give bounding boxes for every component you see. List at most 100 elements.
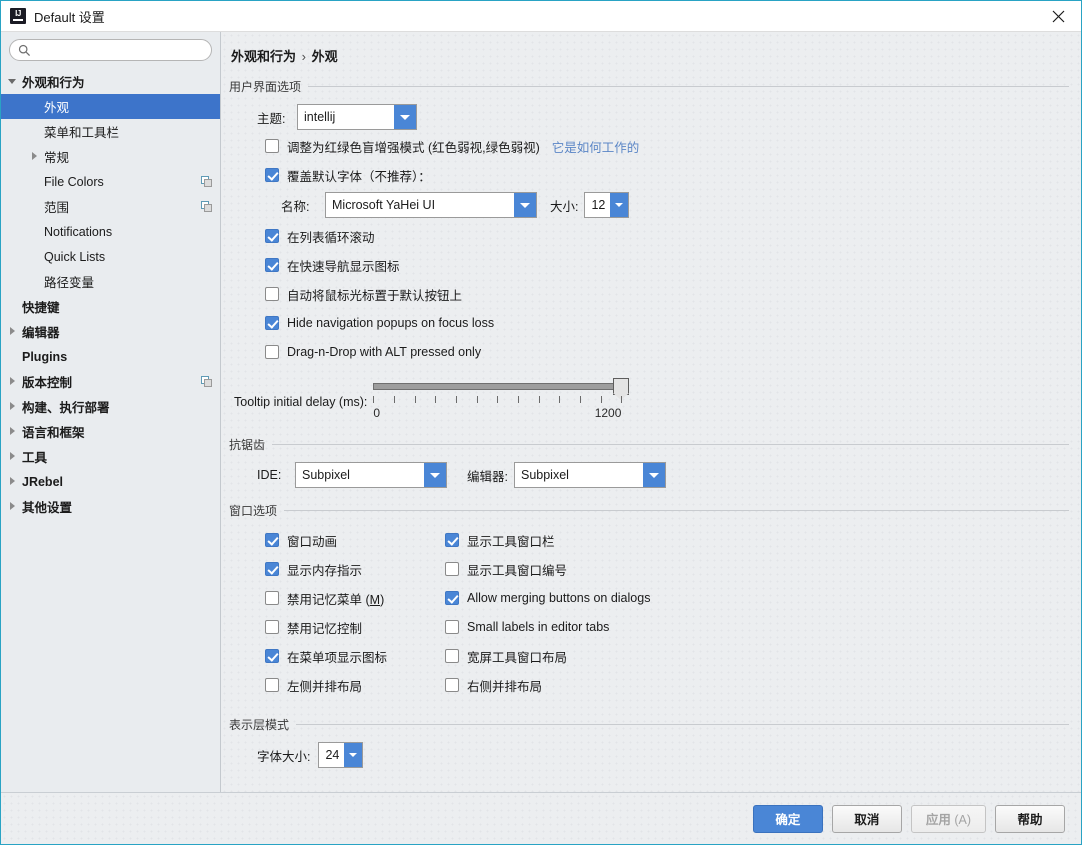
chevron-right-icon[interactable] (7, 450, 20, 463)
theme-label: 主题: (257, 111, 286, 126)
sidebar-item[interactable]: 路径变量 (1, 269, 220, 294)
font-size-spinner[interactable]: 12 (584, 192, 630, 218)
sidebar-item[interactable]: 构建、执行部署 (1, 394, 220, 419)
colorblind-checkbox[interactable] (265, 139, 279, 153)
ok-button[interactable]: 确定 (752, 804, 823, 833)
window-option-right-5-checkbox[interactable] (445, 678, 459, 692)
ui-option-0-row[interactable]: 在列表循环滚动 (265, 224, 1069, 248)
chevron-right-icon[interactable] (7, 375, 20, 388)
sidebar-item[interactable]: JRebel (1, 469, 220, 494)
window-option-left-0-checkbox[interactable] (265, 533, 279, 547)
chevron-down-icon[interactable] (424, 463, 446, 487)
window-option-right-4-row[interactable]: 宽屏工具窗口布局 (445, 644, 650, 668)
chevron-down-icon[interactable] (344, 743, 363, 767)
sidebar-item[interactable]: 语言和框架 (1, 419, 220, 444)
ui-options-checkbox-list: 在列表循环滚动在快速导航显示图标自动将鼠标光标置于默认按钮上 Hide navig… (229, 224, 1069, 364)
chevron-down-icon[interactable] (514, 193, 536, 217)
chevron-right-icon[interactable] (7, 475, 20, 488)
window-option-right-1-checkbox[interactable] (445, 562, 459, 576)
window-option-left-0-row[interactable]: 窗口动画 (265, 528, 445, 552)
window-option-right-3-checkbox[interactable] (445, 620, 459, 634)
window-option-left-3-checkbox[interactable] (265, 620, 279, 634)
colorblind-help-link[interactable]: 它是如何工作的 (552, 137, 640, 156)
sidebar-item[interactable]: 范围 (1, 194, 220, 219)
search-box[interactable] (9, 39, 212, 61)
window-option-right-5-row[interactable]: 右侧并排布局 (445, 673, 650, 697)
font-name-select[interactable]: Microsoft YaHei UI (325, 192, 537, 218)
sidebar-item[interactable]: 版本控制 (1, 369, 220, 394)
copy-icon[interactable] (201, 176, 212, 187)
close-button[interactable] (1035, 1, 1081, 31)
chevron-right-icon[interactable] (7, 425, 20, 438)
cancel-button[interactable]: 取消 (831, 804, 902, 833)
sidebar-item[interactable]: 外观和行为 (1, 69, 220, 94)
override-font-checkbox[interactable] (265, 168, 279, 182)
chevron-right-icon[interactable] (7, 325, 20, 338)
ui-option-0-checkbox[interactable] (265, 229, 279, 243)
ui-option-2-checkbox[interactable] (265, 287, 279, 301)
window-option-left-3-row[interactable]: 禁用记忆控制 (265, 615, 445, 639)
sidebar-item[interactable]: 常规 (1, 144, 220, 169)
sidebar-item[interactable]: Quick Lists (1, 244, 220, 269)
ui-option-3-row[interactable]: Hide navigation popups on focus loss (265, 311, 1069, 335)
window-option-right-1-row[interactable]: 显示工具窗口编号 (445, 557, 650, 581)
editor-antialiasing-select[interactable]: Subpixel (513, 462, 666, 488)
sidebar-item-label: 快捷键 (22, 301, 60, 315)
window-option-left-2-row[interactable]: 禁用记忆菜单 (M) (265, 586, 445, 610)
close-icon (1052, 10, 1064, 22)
sidebar-item[interactable]: 编辑器 (1, 319, 220, 344)
window-option-right-2-checkbox[interactable] (445, 591, 459, 605)
ide-antialiasing-select[interactable]: Subpixel (295, 462, 447, 488)
chevron-right-icon[interactable] (29, 150, 42, 163)
window-option-left-2-checkbox[interactable] (265, 591, 279, 605)
chevron-right-icon[interactable] (7, 400, 20, 413)
sidebar-item[interactable]: 工具 (1, 444, 220, 469)
slider-tick (518, 396, 520, 403)
window-option-right-4-checkbox[interactable] (445, 649, 459, 663)
copy-icon[interactable] (201, 201, 212, 212)
theme-select[interactable]: intellij (297, 104, 417, 130)
ui-option-2-row[interactable]: 自动将鼠标光标置于默认按钮上 (265, 282, 1069, 306)
window-option-right-0-row[interactable]: 显示工具窗口栏 (445, 528, 650, 552)
tooltip-delay-slider[interactable]: 0 1200 (373, 376, 630, 420)
apply-button[interactable]: 应用 (A) (910, 804, 986, 833)
chevron-down-icon[interactable] (610, 193, 629, 217)
ui-option-3-checkbox[interactable] (265, 316, 279, 330)
sidebar-item[interactable]: 快捷键 (1, 294, 220, 319)
sidebar-item[interactable]: File Colors (1, 169, 220, 194)
ui-option-4-row[interactable]: Drag-n-Drop with ALT pressed only (265, 340, 1069, 364)
window-option-left-1-row[interactable]: 显示内存指示 (265, 557, 445, 581)
window-option-left-1-checkbox[interactable] (265, 562, 279, 576)
font-size-value: 12 (591, 198, 606, 212)
sidebar-item[interactable]: 外观 (1, 94, 220, 119)
chevron-right-icon[interactable] (7, 500, 20, 513)
search-input[interactable] (35, 42, 195, 58)
sidebar-item[interactable]: Plugins (1, 344, 220, 369)
ui-option-4-checkbox[interactable] (265, 345, 279, 359)
presentation-font-size-spinner[interactable]: 24 (318, 742, 364, 768)
chevron-down-icon[interactable] (7, 75, 20, 88)
window-option-right-3-row[interactable]: Small labels in editor tabs (445, 615, 650, 639)
ui-option-1-label: 在快速导航显示图标 (287, 259, 400, 274)
window-option-right-0-checkbox[interactable] (445, 533, 459, 547)
sidebar-item[interactable]: 其他设置 (1, 494, 220, 519)
sidebar-item[interactable]: 菜单和工具栏 (1, 119, 220, 144)
slider-knob[interactable] (613, 378, 630, 400)
slider-track[interactable] (373, 383, 622, 390)
theme-value: intellij (304, 110, 336, 124)
sidebar-item-label: Quick Lists (44, 249, 106, 264)
window-option-left-5-row[interactable]: 左侧并排布局 (265, 673, 445, 697)
chevron-down-icon[interactable] (394, 105, 416, 129)
copy-icon[interactable] (201, 376, 212, 387)
ui-option-1-row[interactable]: 在快速导航显示图标 (265, 253, 1069, 277)
help-button[interactable]: 帮助 (995, 804, 1065, 833)
window-option-right-2-row[interactable]: Allow merging buttons on dialogs (445, 586, 650, 610)
chevron-down-icon[interactable] (642, 463, 665, 487)
sidebar-item[interactable]: Notifications (1, 219, 220, 244)
window-option-left-4-row[interactable]: 在菜单项显示图标 (265, 644, 445, 668)
window-option-left-5-checkbox[interactable] (265, 678, 279, 692)
window-option-left-4-label: 在菜单项显示图标 (287, 650, 388, 665)
ui-option-1-checkbox[interactable] (265, 258, 279, 272)
window-option-left-4-checkbox[interactable] (265, 649, 279, 663)
